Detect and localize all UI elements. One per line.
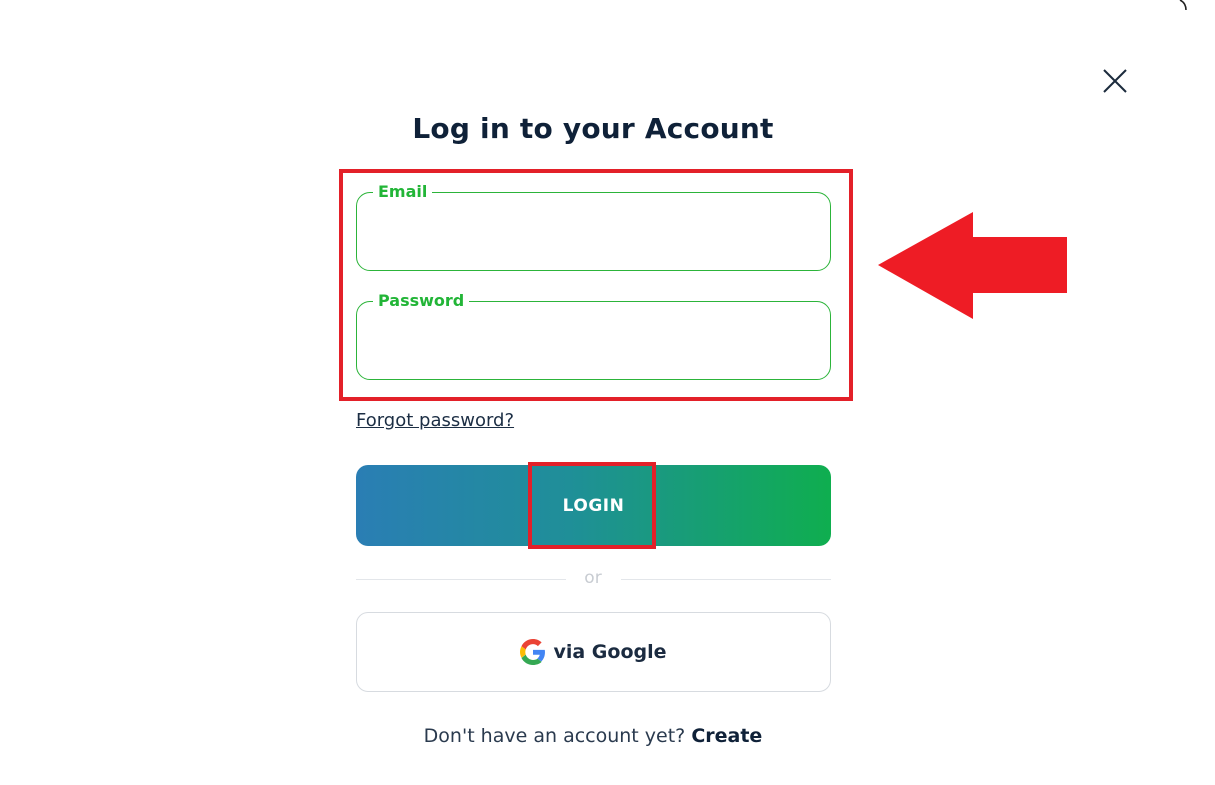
forgot-password-link[interactable]: Forgot password? [356,410,514,431]
divider-or: or [584,568,602,588]
google-icon [520,639,546,665]
email-label: Email [373,181,433,203]
signup-prompt-text: Don't have an account yet? [423,725,686,747]
page-title: Log in to your Account [412,112,774,145]
password-label: Password [373,290,470,312]
divider-line-right [621,579,831,580]
create-account-link[interactable]: Create [691,725,762,747]
highlight-box-login [528,462,656,549]
google-login-button[interactable]: via Google [356,612,831,692]
email-input[interactable] [377,221,810,251]
password-field[interactable]: Password [356,290,831,380]
signup-prompt: Don't have an account yet? Create [0,725,1186,747]
close-icon [1103,69,1127,93]
email-field[interactable]: Email [356,181,831,271]
google-button-label: via Google [553,641,667,663]
password-input[interactable] [377,330,810,360]
close-button[interactable] [1101,67,1129,95]
cursor-fragment-icon [1179,0,1187,10]
divider-line-left [356,579,566,580]
login-dialog: Log in to your Account Email Password Fo… [0,0,1215,785]
arrow-left-icon [878,212,1067,319]
